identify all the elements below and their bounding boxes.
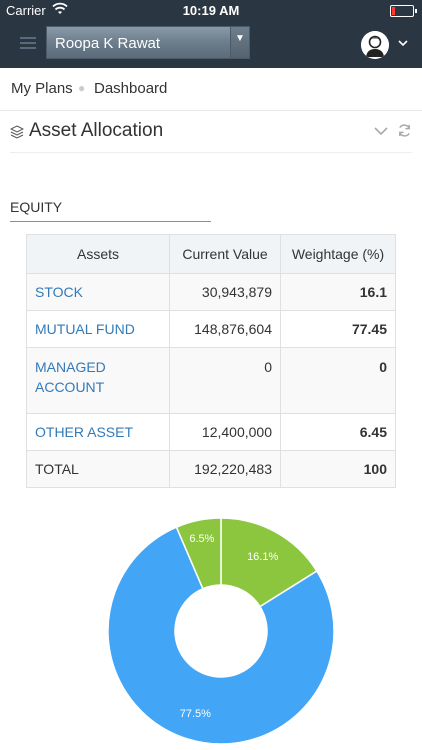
breadcrumb-separator: ● xyxy=(78,81,86,95)
current-value: 0 xyxy=(169,347,281,414)
chart-slice-label-other-asset: 6.5% xyxy=(189,533,214,545)
column-header-weightage: Weightage (%) xyxy=(280,234,396,274)
table-total-row: TOTAL 192,220,483 100 xyxy=(26,450,396,488)
weightage: 0 xyxy=(280,347,396,414)
battery-icon xyxy=(390,5,417,17)
asset-link-mutual-fund[interactable]: MUTUAL FUND xyxy=(26,310,170,348)
breadcrumb-my-plans[interactable]: My Plans xyxy=(11,80,73,97)
caret-down-icon[interactable]: ▼ xyxy=(230,27,249,58)
clock: 10:19 AM xyxy=(182,3,240,18)
status-bar: Carrier 10:19 AM xyxy=(0,0,422,22)
table-row: STOCK 30,943,879 16.1 xyxy=(26,273,396,311)
section-header: Asset Allocation xyxy=(10,112,412,153)
weightage: 77.45 xyxy=(280,310,396,348)
user-avatar-icon xyxy=(361,31,389,59)
table-row: MUTUAL FUND 148,876,604 77.45 xyxy=(26,310,396,348)
table-header-row: Assets Current Value Weightage (%) xyxy=(26,234,396,274)
menu-icon[interactable] xyxy=(20,37,36,51)
user-select-value: Roopa K Rawat xyxy=(55,35,161,52)
current-value: 12,400,000 xyxy=(169,413,281,451)
table-row: OTHER ASSET 12,400,000 6.45 xyxy=(26,413,396,451)
chart-slice-label-mutual-fund: 77.5% xyxy=(180,708,211,720)
reload-icon[interactable] xyxy=(397,123,412,138)
total-label: TOTAL xyxy=(26,450,170,488)
avatar[interactable] xyxy=(361,31,389,59)
chart-slices xyxy=(107,517,335,745)
layers-icon xyxy=(10,125,24,139)
asset-link-managed-account[interactable]: MANAGED ACCOUNT xyxy=(26,347,170,414)
current-value: 30,943,879 xyxy=(169,273,281,311)
table-row: MANAGED ACCOUNT 0 0 xyxy=(26,347,396,414)
weightage: 16.1 xyxy=(280,273,396,311)
asset-link-other-asset[interactable]: OTHER ASSET xyxy=(26,413,170,451)
allocation-donut-chart: 16.1% 77.5% 6.5% xyxy=(107,517,335,745)
column-header-current-value: Current Value xyxy=(169,234,281,274)
asset-table: Assets Current Value Weightage (%) STOCK… xyxy=(26,234,396,488)
tab-equity-label: EQUITY xyxy=(10,199,63,215)
collapse-icon[interactable] xyxy=(374,126,388,136)
current-value: 148,876,604 xyxy=(169,310,281,348)
chart-slice-label-stock: 16.1% xyxy=(247,551,278,563)
asset-link-stock[interactable]: STOCK xyxy=(26,273,170,311)
total-value: 192,220,483 xyxy=(169,450,281,488)
tab-equity[interactable]: EQUITY xyxy=(10,197,211,222)
page-title: Asset Allocation xyxy=(29,120,164,141)
total-weightage: 100 xyxy=(280,450,396,488)
breadcrumb: My Plans ● Dashboard xyxy=(0,68,422,111)
user-select[interactable]: Roopa K Rawat ▼ xyxy=(46,26,250,59)
chevron-down-icon[interactable] xyxy=(398,38,408,48)
app-header: Roopa K Rawat ▼ xyxy=(0,22,422,68)
column-header-assets: Assets xyxy=(26,234,170,274)
weightage: 6.45 xyxy=(280,413,396,451)
breadcrumb-dashboard[interactable]: Dashboard xyxy=(94,80,167,97)
